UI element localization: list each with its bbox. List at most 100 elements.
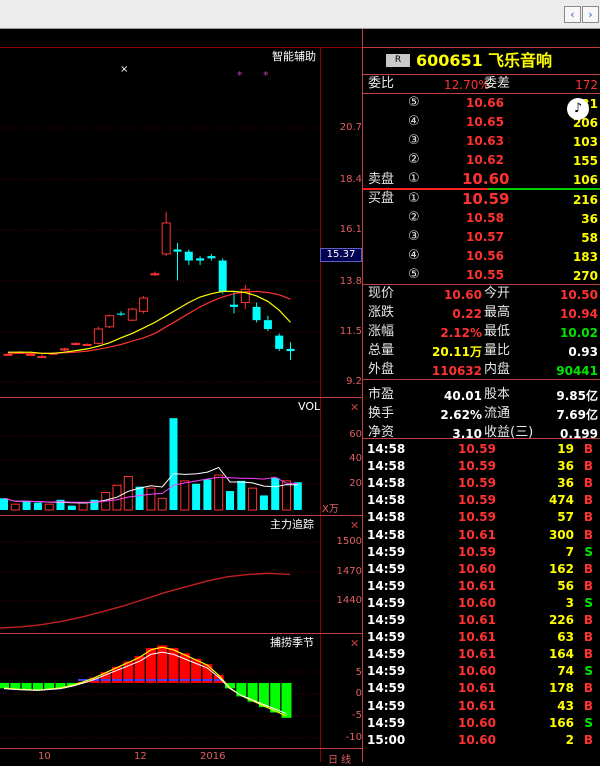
sell-price[interactable]: 10.66 bbox=[466, 95, 504, 111]
main-ylabel: 18.4 bbox=[339, 174, 362, 185]
vol-bar bbox=[67, 505, 76, 510]
season-ylabel: -10 bbox=[345, 732, 362, 743]
stat-label: 换手 bbox=[368, 406, 395, 421]
sell-volume: 106 bbox=[572, 173, 598, 187]
candle-body bbox=[173, 249, 182, 252]
period-label[interactable]: 日 线 bbox=[328, 751, 351, 766]
stat-label: 外盘 bbox=[368, 362, 395, 377]
sell-label: 卖盘 bbox=[368, 172, 395, 187]
tick-side: B bbox=[583, 630, 593, 645]
tick-volume: 178 bbox=[548, 681, 574, 696]
sell-volume: 155 bbox=[572, 154, 598, 168]
stat-value: 10.94 bbox=[560, 307, 598, 321]
buy-price[interactable]: 10.57 bbox=[466, 229, 504, 245]
tick-row: 14:58 10.59 36 B bbox=[367, 458, 600, 475]
season-bar-base bbox=[100, 678, 111, 681]
stat-value: 0.22 bbox=[452, 307, 482, 321]
tick-time: 14:59 bbox=[367, 715, 406, 730]
tracking-close-icon[interactable]: ✕ bbox=[350, 520, 359, 532]
season-bar-base bbox=[145, 678, 156, 681]
tick-side: B bbox=[583, 698, 593, 713]
vol-bar bbox=[44, 503, 54, 511]
buy-price[interactable]: 10.55 bbox=[466, 267, 504, 283]
vol-bar bbox=[146, 487, 156, 511]
buy-level-icon: ② bbox=[408, 210, 420, 225]
tick-side: B bbox=[583, 527, 593, 542]
tick-row: 14:59 10.60 162 B bbox=[367, 561, 600, 578]
tick-volume: 56 bbox=[557, 578, 574, 593]
tick-row: 14:59 10.61 56 B bbox=[367, 578, 600, 595]
main-tracking-chart bbox=[0, 541, 320, 629]
vol-bar bbox=[33, 502, 42, 510]
music-note-icon[interactable]: ♪ bbox=[567, 98, 589, 120]
vol-bar bbox=[271, 477, 280, 510]
season-bar-base bbox=[134, 678, 145, 681]
sell-level-icon: ② bbox=[408, 152, 420, 167]
sell-price[interactable]: 10.65 bbox=[466, 114, 504, 130]
tick-time: 14:59 bbox=[367, 647, 406, 662]
main-ylabel: 9.2 bbox=[346, 376, 362, 387]
buy-volume: 270 bbox=[572, 269, 598, 283]
buy-price[interactable]: 10.59 bbox=[462, 191, 509, 207]
ratio-value: 12.70% bbox=[444, 78, 490, 92]
vol-bar bbox=[157, 497, 167, 511]
vol-bar bbox=[226, 491, 234, 510]
stock-code: 600651 bbox=[416, 51, 483, 70]
sell-price[interactable]: 10.62 bbox=[466, 152, 504, 168]
tick-row: 14:59 10.61 226 B bbox=[367, 612, 600, 629]
tick-row: 14:59 10.60 3 S bbox=[367, 595, 600, 612]
stat-value: 2.62% bbox=[440, 408, 482, 422]
tick-price: 10.60 bbox=[458, 664, 496, 679]
stat-value: 2.12% bbox=[440, 326, 482, 340]
season-close-icon[interactable]: ✕ bbox=[350, 638, 359, 650]
tick-volume: 63 bbox=[557, 630, 574, 645]
tick-time: 15:00 bbox=[367, 732, 406, 747]
tick-side: S bbox=[584, 544, 593, 559]
tick-row: 15:00 10.60 2 B bbox=[367, 732, 600, 749]
diff-label: 委差 bbox=[484, 76, 511, 91]
stock-name: 飞乐音响 bbox=[488, 51, 553, 70]
tick-time: 14:59 bbox=[367, 681, 406, 696]
tick-volume: 43 bbox=[557, 698, 574, 713]
sell-price[interactable]: 10.63 bbox=[466, 133, 504, 149]
vol-bar bbox=[192, 483, 201, 510]
nav-forward-button[interactable]: › bbox=[582, 6, 599, 23]
vol-bar bbox=[22, 501, 31, 510]
tick-volume: 36 bbox=[557, 476, 574, 491]
tick-price: 10.59 bbox=[458, 442, 496, 456]
tick-volume: 226 bbox=[548, 613, 574, 627]
tick-volume: 162 bbox=[548, 561, 574, 576]
vol-chart bbox=[0, 418, 320, 511]
current-price-tag: 15.37 bbox=[320, 248, 362, 262]
vol-bar bbox=[259, 495, 268, 510]
tick-side: B bbox=[583, 681, 593, 696]
tick-row: 14:59 10.60 166 S bbox=[367, 715, 600, 732]
window-topbar: ‹ › bbox=[0, 0, 600, 29]
candle-body bbox=[37, 356, 47, 359]
vol-bar bbox=[0, 498, 8, 510]
stat-value: 110632 bbox=[431, 364, 482, 378]
tick-price: 10.59 bbox=[458, 493, 496, 508]
tick-price: 10.61 bbox=[458, 681, 496, 696]
buy-price[interactable]: 10.56 bbox=[466, 248, 504, 264]
season-chart bbox=[0, 645, 320, 739]
tick-price: 10.60 bbox=[458, 715, 496, 730]
sell-price[interactable]: 10.60 bbox=[462, 171, 509, 187]
tracking-ylabel: 1500 bbox=[336, 536, 362, 547]
stat-value: 90441 bbox=[556, 364, 598, 378]
vol-ylabel: 20 bbox=[349, 478, 362, 489]
ratio-label: 委比 bbox=[368, 76, 395, 91]
tick-time: 14:58 bbox=[367, 442, 406, 456]
tick-time: 14:59 bbox=[367, 595, 406, 610]
candle-body bbox=[196, 258, 205, 261]
main-ylabel: 13.8 bbox=[339, 276, 362, 287]
nav-back-button[interactable]: ‹ bbox=[564, 6, 581, 23]
tick-time: 14:58 bbox=[367, 459, 406, 474]
xaxis-label: 10 bbox=[38, 751, 51, 762]
xaxis-label: 12 bbox=[134, 751, 147, 762]
buy-price[interactable]: 10.58 bbox=[466, 210, 504, 226]
stat-label: 涨幅 bbox=[368, 324, 395, 339]
tick-side: S bbox=[584, 715, 593, 730]
vol-close-icon[interactable]: ✕ bbox=[350, 402, 359, 414]
tick-price: 10.59 bbox=[458, 544, 496, 559]
